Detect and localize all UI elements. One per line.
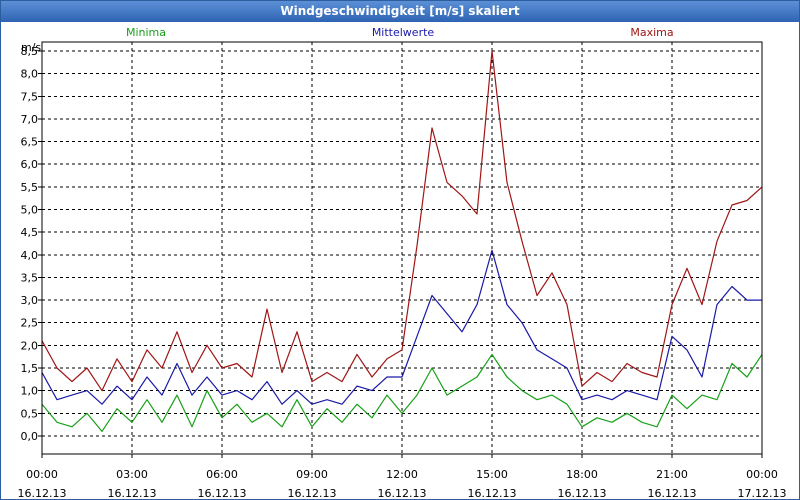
x-tick-label-date: 17.12.13	[738, 487, 787, 499]
y-tick-label: 4,5	[21, 226, 39, 239]
window-title: Windgeschwindigkeit [m/s] skaliert	[1, 1, 799, 22]
y-tick-label: 3,0	[21, 294, 39, 307]
y-tick-label: 2,5	[21, 317, 39, 330]
x-tick-label-time: 06:00	[206, 468, 238, 481]
y-tick-label: 8,5	[21, 45, 39, 58]
x-tick-label-date: 16.12.13	[468, 487, 517, 499]
y-tick-label: 0,5	[21, 407, 39, 420]
grid	[42, 42, 762, 454]
legend-maxima: Maxima	[630, 26, 673, 39]
x-tick-label-time: 12:00	[386, 468, 418, 481]
y-tick-label: 6,0	[21, 158, 39, 171]
x-tick-label-time: 15:00	[476, 468, 508, 481]
x-tick-label-date: 16.12.13	[198, 487, 247, 499]
y-tick-label: 1,5	[21, 362, 39, 375]
x-tick-label-time: 09:00	[296, 468, 328, 481]
y-tick-label: 4,0	[21, 249, 39, 262]
x-tick-label-time: 00:00	[746, 468, 778, 481]
x-tick-label-date: 16.12.13	[288, 487, 337, 499]
y-tick-label: 7,5	[21, 90, 39, 103]
y-tick-label: 6,5	[21, 136, 39, 149]
legend-mittelwerte: Mittelwerte	[372, 26, 435, 39]
y-tick-label: 5,0	[21, 204, 39, 217]
y-tick-label: 2,0	[21, 339, 39, 352]
legend-minima: Minima	[126, 26, 166, 39]
x-tick-label-date: 16.12.13	[648, 487, 697, 499]
x-tick-label-date: 16.12.13	[18, 487, 67, 499]
y-tick-label: 5,5	[21, 181, 39, 194]
legend: Minima Mittelwerte Maxima	[126, 26, 674, 39]
chart-window: Windgeschwindigkeit [m/s] skaliert m/s 0…	[0, 0, 800, 500]
y-tick-label: 3,5	[21, 271, 39, 284]
x-tick-label-time: 21:00	[656, 468, 688, 481]
wind-speed-chart: m/s 0,00,51,01,52,02,53,03,54,04,55,05,5…	[18, 26, 787, 499]
x-tick-label-date: 16.12.13	[558, 487, 607, 499]
series-line-mean	[41, 249, 762, 405]
y-tick-label: 8,0	[21, 68, 39, 81]
y-tick-label: 7,0	[21, 113, 39, 126]
x-tick-label-time: 18:00	[566, 468, 598, 481]
y-tick-label: 1,0	[21, 385, 39, 398]
x-tick-label-date: 16.12.13	[378, 487, 427, 499]
y-tick-label: 0,0	[21, 430, 39, 443]
x-tick-label-time: 00:00	[26, 468, 58, 481]
x-tick-label-date: 16.12.13	[108, 487, 157, 499]
x-tick-label-time: 03:00	[116, 468, 148, 481]
